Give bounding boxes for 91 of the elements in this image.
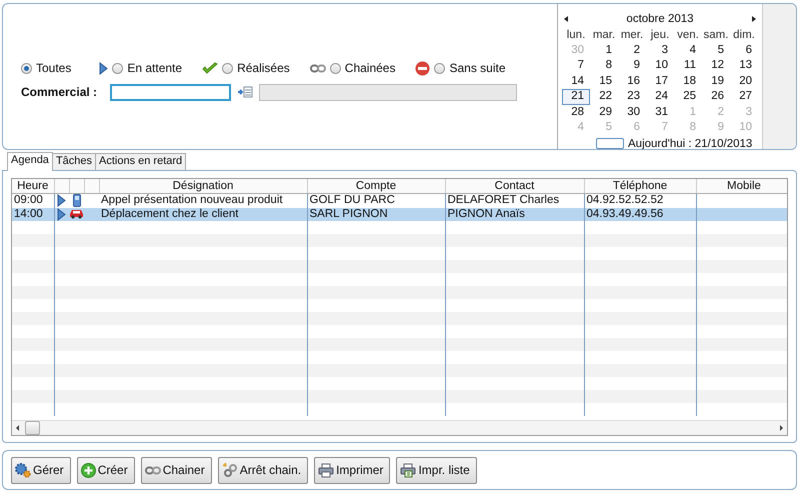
weekday-label: dim. <box>732 29 756 42</box>
calendar-day[interactable]: 9 <box>618 58 646 74</box>
column-header[interactable]: Désignation <box>99 179 307 194</box>
today-swatch <box>596 138 624 149</box>
calendar-day[interactable]: 8 <box>590 58 618 74</box>
stop-icon <box>415 60 430 76</box>
checkmark-icon <box>202 62 218 74</box>
mobile-phone-icon <box>72 194 80 207</box>
calendar-day[interactable]: 14 <box>562 74 590 89</box>
weekday-label: jeu. <box>650 29 670 42</box>
calendar-day[interactable]: 31 <box>646 104 674 120</box>
calendar-day[interactable]: 27 <box>730 89 758 104</box>
column-header[interactable]: Heure <box>12 179 54 194</box>
tab[interactable]: Agenda <box>7 152 53 171</box>
radio-button[interactable] <box>21 62 32 74</box>
commercial-field[interactable] <box>110 84 231 100</box>
calendar-day[interactable]: 23 <box>618 89 646 104</box>
radio-label: Réalisées <box>237 61 290 75</box>
radio-button[interactable] <box>112 62 124 74</box>
plus-icon <box>80 462 96 478</box>
calendar-day[interactable]: 13 <box>730 58 758 74</box>
calendar-day[interactable]: 22 <box>590 89 618 104</box>
calendar-day[interactable]: 15 <box>590 74 618 89</box>
calendar-day[interactable]: 29 <box>590 104 618 120</box>
toolbar-button[interactable]: Gérer <box>11 456 71 484</box>
tab[interactable]: Tâches <box>52 153 96 170</box>
table-cell: Déplacement chez le client <box>99 208 307 222</box>
column-header[interactable]: Téléphone <box>584 179 696 194</box>
chain-icon <box>144 466 161 474</box>
radio-button[interactable] <box>330 62 341 74</box>
horizontal-scrollbar[interactable] <box>12 420 787 435</box>
calendar-day[interactable]: 16 <box>618 74 646 89</box>
next-month-icon[interactable] <box>752 16 756 22</box>
radio-label: Chainées <box>344 61 396 75</box>
calendar-day[interactable]: 21 <box>562 89 590 104</box>
toolbar-button[interactable]: Créer <box>76 456 135 484</box>
toolbar-button[interactable]: Chainer <box>140 456 212 484</box>
table-cell: 14:00 <box>12 208 54 222</box>
radio-label: En attente <box>127 61 182 75</box>
calendar-day[interactable]: 3 <box>646 42 674 58</box>
previous-month-icon[interactable] <box>564 16 568 22</box>
play-icon <box>99 62 108 74</box>
scrollbar-thumb[interactable] <box>25 421 40 435</box>
column-header[interactable]: Mobile <box>696 179 787 194</box>
calendar-day[interactable]: 5 <box>702 42 730 58</box>
tab[interactable]: Actions en retard <box>95 153 186 170</box>
radio-label: Toutes <box>36 61 72 75</box>
calendar-day[interactable]: 20 <box>730 74 758 89</box>
calendar-day[interactable]: 4 <box>674 42 702 58</box>
field-label: Commercial : <box>21 85 98 99</box>
calendar-day[interactable]: 19 <box>702 74 730 89</box>
car-icon <box>69 208 84 220</box>
calendar-day[interactable]: 25 <box>674 89 702 104</box>
gears-icon <box>15 462 31 478</box>
table-cell: SARL PIGNON <box>307 208 445 222</box>
calendar-day[interactable]: 1 <box>590 42 618 58</box>
calendar-day[interactable]: 12 <box>702 58 730 74</box>
weekday-label: lun. <box>566 29 586 42</box>
today-link[interactable]: Aujourd'hui : 21/10/2013 <box>628 138 752 149</box>
calendar-day[interactable]: 7 <box>562 58 590 74</box>
printer-icon <box>400 462 416 478</box>
radio-button[interactable] <box>222 62 234 74</box>
calendar-day[interactable]: 30 <box>618 104 646 120</box>
toolbar-button[interactable]: Imprimer <box>314 456 390 484</box>
chain-icon <box>222 462 238 478</box>
month-title: octobre 2013 <box>626 13 694 25</box>
calendar-day[interactable]: 18 <box>674 74 702 89</box>
column-header[interactable]: Contact <box>445 179 584 194</box>
calendar-day[interactable]: 10 <box>646 58 674 74</box>
toolbar-button[interactable]: Arrêt chain. <box>218 456 308 484</box>
weekday-label: ven. <box>676 29 700 42</box>
table-cell: PIGNON Anaïs <box>445 208 584 222</box>
weekday-label: mar. <box>592 29 616 42</box>
calendar-day[interactable]: 6 <box>730 42 758 58</box>
calendar-day[interactable]: 24 <box>646 89 674 104</box>
toolbar-button[interactable]: Impr. liste <box>396 456 477 484</box>
weekday-label: sam. <box>702 29 730 42</box>
calendar-day[interactable]: 28 <box>562 104 590 120</box>
column-header[interactable]: Compte <box>307 179 445 194</box>
weekday-label: mer. <box>620 29 644 42</box>
radio-label: Sans suite <box>449 61 506 75</box>
chain-icon <box>310 64 326 72</box>
calendar-day[interactable]: 17 <box>646 74 674 89</box>
list-lookup-icon[interactable] <box>237 86 253 98</box>
calendar-day[interactable]: 2 <box>618 42 646 58</box>
agenda-row[interactable]: 14:00 Déplacement chez le client SARL PIGNON PIGNON Anaïs 04.93.49.49.56 <box>12 208 787 222</box>
calendar-day[interactable]: 11 <box>674 58 702 74</box>
printer-icon <box>318 462 334 478</box>
table-cell: 04.93.49.49.56 <box>584 208 696 222</box>
calendar-day[interactable]: 26 <box>702 89 730 104</box>
radio-button[interactable] <box>434 62 446 74</box>
